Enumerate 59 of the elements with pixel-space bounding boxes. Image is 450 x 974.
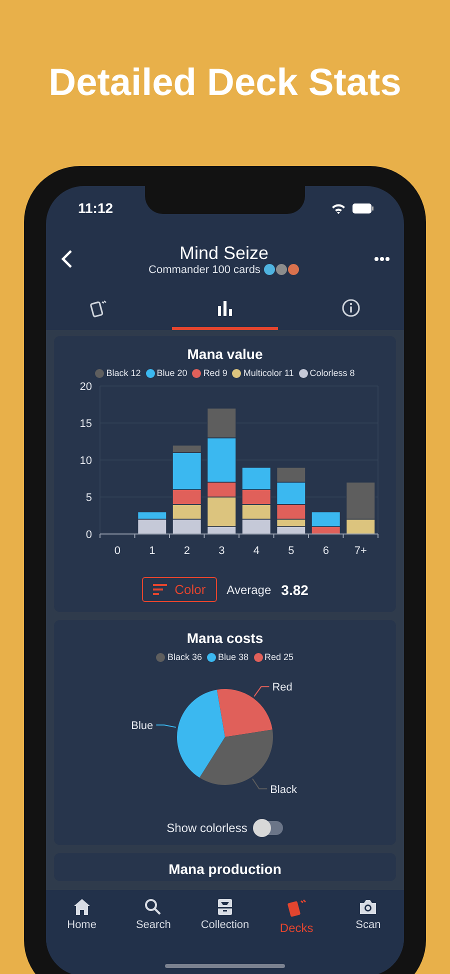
legend-label: Red 25 [264, 652, 294, 662]
nav-item[interactable]: Collection [189, 898, 261, 942]
search-icon [144, 898, 162, 916]
nav-item[interactable]: Home [46, 898, 118, 942]
legend-label: Colorless 8 [310, 368, 355, 378]
camera-icon [358, 898, 378, 916]
card-title: Mana value [187, 346, 263, 362]
axis-tick-label: 5 [288, 545, 294, 557]
bar-segment [242, 504, 272, 520]
axis-tick-label: 4 [253, 545, 260, 557]
headline: Detailed Deck Stats [48, 61, 402, 106]
sort-icon [152, 584, 167, 595]
slice-label: Blue [131, 720, 154, 732]
leader-line [254, 686, 270, 697]
cards-icon [286, 898, 307, 918]
axis-tick-label: 3 [218, 545, 225, 557]
bar-segment [172, 518, 202, 534]
axis-tick-label: 2 [184, 545, 190, 557]
legend-label: Black 12 [106, 368, 141, 378]
legend-label: Blue 38 [218, 652, 249, 662]
card-title: Mana costs [186, 630, 264, 646]
legend-label: Multicolor 11 [243, 368, 294, 378]
leader-line [156, 724, 176, 728]
bar-segment [172, 504, 202, 520]
more-icon[interactable] [374, 256, 390, 262]
back-icon[interactable] [60, 249, 74, 269]
axis-tick-label: 20 [80, 381, 92, 393]
wifi-icon [331, 202, 346, 214]
nav-item[interactable]: Scan [332, 898, 404, 942]
axis-tick-label: 6 [322, 545, 329, 557]
leader-line [252, 778, 268, 790]
axis-tick-label: 7+ [354, 545, 367, 557]
bar-chart-icon [216, 298, 234, 316]
axis-tick-label: 5 [86, 492, 92, 504]
deck-title: Mind Seize [179, 242, 269, 264]
average-label: Average [226, 582, 272, 596]
cards-icon [89, 298, 109, 318]
axis-tick-label: 15 [80, 418, 92, 430]
status-time: 11:12 [78, 200, 114, 216]
axis-tick-label: 0 [86, 529, 92, 541]
axis-tick-label: 0 [114, 545, 120, 557]
nav-item[interactable]: Search [118, 898, 190, 942]
average-value: 3.82 [281, 582, 308, 598]
battery-icon [352, 202, 374, 214]
home-icon [72, 898, 91, 916]
drawer-icon [216, 898, 234, 916]
card-title: Mana production [168, 861, 282, 877]
axis-tick-label: 10 [80, 455, 92, 467]
slice-label: Black [270, 784, 298, 796]
info-icon [341, 298, 361, 318]
axis-tick-label: 1 [149, 545, 156, 557]
slice-label: Red [272, 682, 292, 694]
toggle-label: Show colorless [166, 821, 248, 835]
legend-label: Red 9 [203, 368, 228, 378]
toggle-switch[interactable] [255, 821, 284, 835]
bar-segment [242, 518, 272, 534]
legend-label: Blue 20 [156, 368, 188, 378]
deck-subtitle: Commander 100 cards [148, 264, 260, 276]
legend-label: Black 36 [167, 652, 202, 662]
